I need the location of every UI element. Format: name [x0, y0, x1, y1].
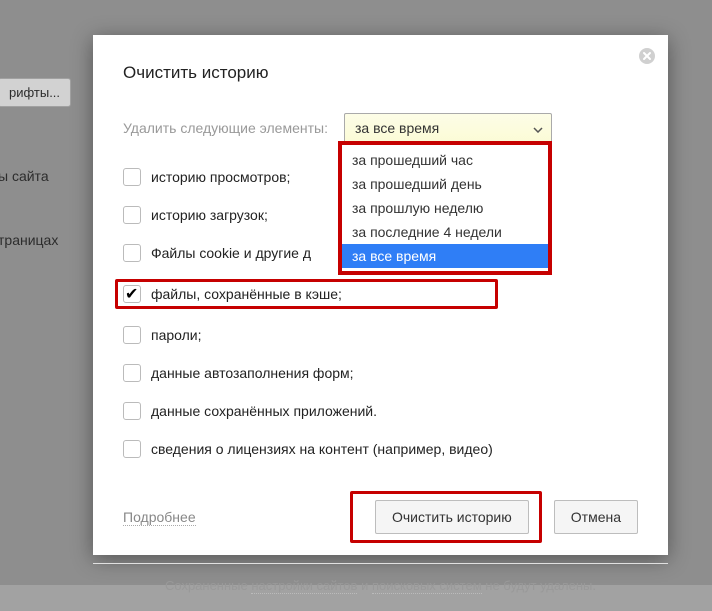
- time-range-select[interactable]: за все время за прошедший час за прошедш…: [344, 113, 552, 143]
- more-link[interactable]: Подробнее: [123, 509, 196, 526]
- time-option[interactable]: за прошлую неделю: [342, 196, 548, 220]
- checkbox-label: сведения о лицензиях на контент (наприме…: [151, 441, 493, 457]
- checkbox[interactable]: [123, 364, 141, 382]
- checkbox[interactable]: [123, 206, 141, 224]
- list-item[interactable]: пароли;: [123, 323, 638, 347]
- dialog-title: Очистить историю: [123, 63, 638, 83]
- checkbox-label: файлы, сохранённые в кэше;: [151, 286, 342, 302]
- checkbox[interactable]: [123, 168, 141, 186]
- clear-history-button[interactable]: Очистить историю: [375, 500, 529, 534]
- checkbox-label: данные автозаполнения форм;: [151, 365, 354, 381]
- time-option[interactable]: за последние 4 недели: [342, 220, 548, 244]
- time-option[interactable]: за прошедший день: [342, 172, 548, 196]
- clear-history-dialog: Очистить историю Удалить следующие элеме…: [93, 35, 668, 555]
- chevron-down-icon: [533, 114, 543, 142]
- checkbox[interactable]: [123, 402, 141, 420]
- time-option[interactable]: за прошедший час: [342, 148, 548, 172]
- checkbox-label: пароли;: [151, 327, 202, 343]
- dialog-footer: Сохраненные настройки сайтов и поисковых…: [93, 564, 668, 611]
- list-item-cache[interactable]: файлы, сохранённые в кэше;: [115, 279, 498, 309]
- time-range-dropdown: за прошедший час за прошедший день за пр…: [338, 141, 552, 275]
- checkbox[interactable]: [123, 244, 141, 262]
- checkbox[interactable]: [123, 326, 141, 344]
- cancel-button[interactable]: Отмена: [554, 500, 638, 534]
- confirm-highlight: Очистить историю: [350, 491, 542, 543]
- checkbox[interactable]: [123, 440, 141, 458]
- time-range-value: за все время: [355, 120, 439, 136]
- close-icon[interactable]: [638, 47, 656, 65]
- list-item[interactable]: сведения о лицензиях на контент (наприме…: [123, 437, 638, 461]
- list-item[interactable]: данные сохранённых приложений.: [123, 399, 638, 423]
- checkbox-label: Файлы cookie и другие д: [151, 245, 311, 261]
- time-option-selected[interactable]: за все время: [342, 244, 548, 268]
- footer-text: не будут удалены.: [482, 578, 596, 593]
- checkbox[interactable]: [123, 285, 141, 303]
- footer-text: и: [357, 578, 372, 593]
- list-item[interactable]: данные автозаполнения форм;: [123, 361, 638, 385]
- search-engines-link[interactable]: поисковых систем: [372, 578, 482, 594]
- time-range-label: Удалить следующие элементы:: [123, 120, 328, 136]
- checkbox-label: историю загрузок;: [151, 207, 268, 223]
- checkbox-label: историю просмотров;: [151, 169, 290, 185]
- checkbox-label: данные сохранённых приложений.: [151, 403, 377, 419]
- site-settings-link[interactable]: настройки сайтов: [251, 578, 357, 594]
- footer-text: Сохраненные: [165, 578, 251, 593]
